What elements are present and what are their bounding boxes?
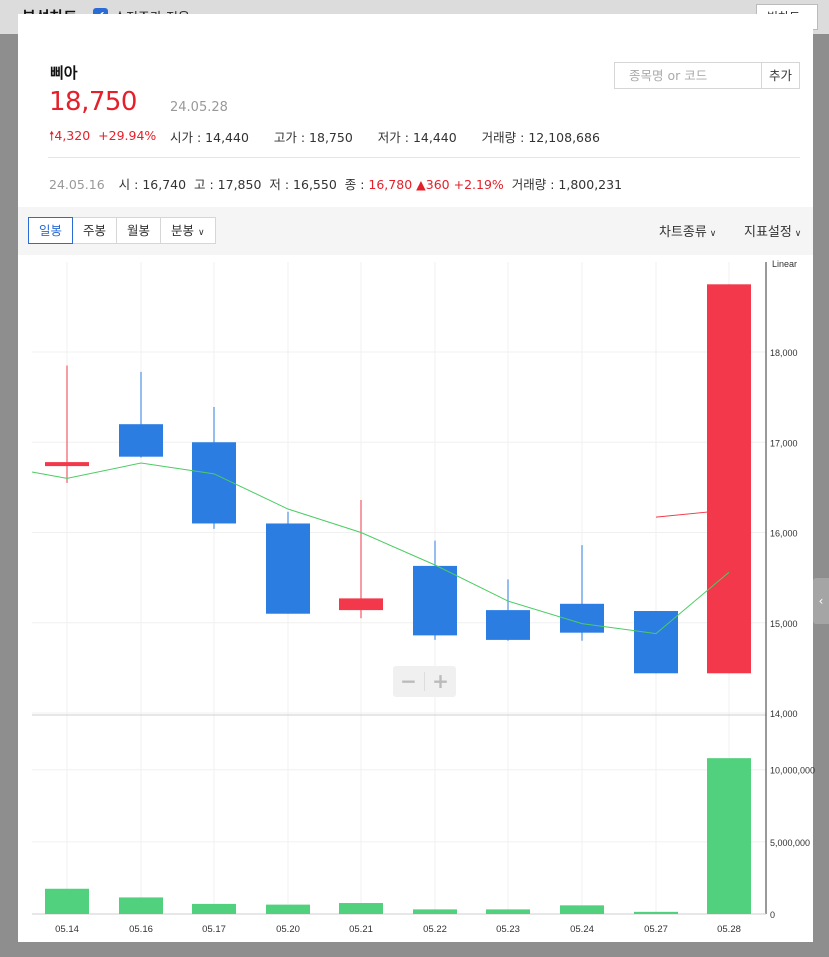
x-tick-label: 05.14 — [55, 924, 79, 935]
scale-label: Linear — [772, 259, 797, 269]
price-tick-label: 15,000 — [770, 619, 798, 629]
volume-bar — [560, 905, 604, 914]
x-tick-label: 05.22 — [423, 924, 447, 935]
zoom-control: − + — [393, 666, 456, 697]
volume-bar — [266, 904, 310, 914]
candle-body — [119, 424, 163, 457]
x-tick-label: 05.24 — [570, 924, 594, 935]
x-tick-label: 05.17 — [202, 924, 226, 935]
volume-bar — [634, 911, 678, 914]
candle-body — [707, 284, 751, 674]
candle-body — [486, 610, 530, 640]
side-panel-toggle[interactable]: ‹ — [813, 578, 829, 624]
volume-bar — [486, 909, 530, 914]
tab-daily[interactable]: 일봉 — [28, 217, 74, 244]
volume-bar — [192, 903, 236, 914]
candle-body — [192, 442, 236, 524]
stock-chart[interactable]: Linear 14,000 15,000 16,000 17,000 18,000 0 5,0… — [0, 0, 829, 957]
x-tick-label: 05.23 — [496, 924, 520, 935]
volume-bar — [707, 758, 751, 914]
zoom-out-button[interactable]: − — [393, 666, 424, 697]
price-tick-label: 14,000 — [770, 709, 798, 719]
volume-bar — [413, 909, 457, 914]
price-tick-label: 17,000 — [770, 438, 798, 448]
price-tick-label: 18,000 — [770, 348, 798, 358]
x-tick-label: 05.21 — [349, 924, 373, 935]
volume-tick-label: 10,000,000 — [770, 766, 815, 776]
candle-body — [339, 598, 383, 611]
x-tick-label: 05.16 — [129, 924, 153, 935]
x-tick-label: 05.28 — [717, 924, 741, 935]
x-tick-label: 05.20 — [276, 924, 300, 935]
volume-tick-label: 5,000,000 — [770, 838, 810, 848]
volume-bar — [339, 903, 383, 914]
x-tick-label: 05.27 — [644, 924, 668, 935]
candle-body — [45, 462, 89, 467]
candle-body — [413, 565, 457, 636]
zoom-in-button[interactable]: + — [425, 666, 456, 697]
volume-tick-label: 0 — [770, 910, 775, 920]
price-tick-label: 16,000 — [770, 529, 798, 539]
volume-bar — [45, 888, 89, 914]
candle-body — [560, 603, 604, 633]
volume-bar — [119, 897, 163, 914]
candle-body — [266, 523, 310, 614]
